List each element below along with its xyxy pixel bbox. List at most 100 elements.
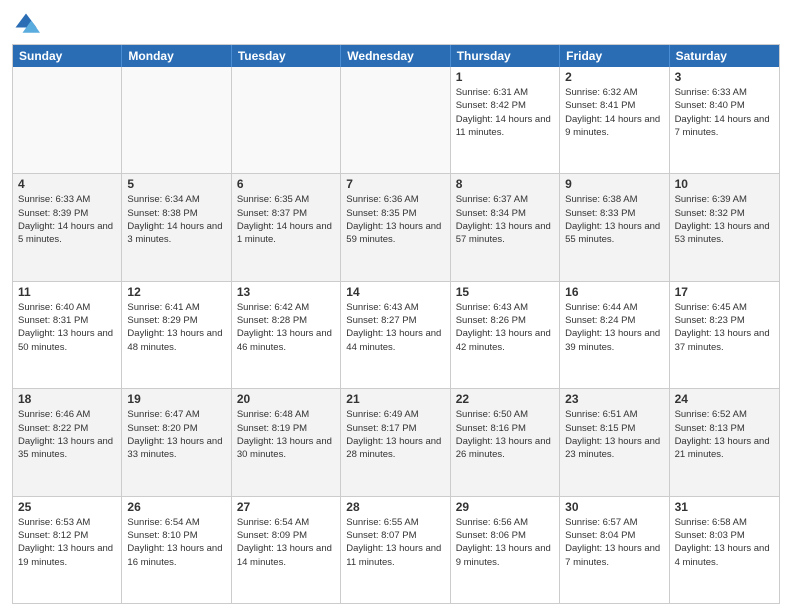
day-number: 10 <box>675 177 774 191</box>
day-number: 5 <box>127 177 225 191</box>
day-info: Sunrise: 6:42 AM Sunset: 8:28 PM Dayligh… <box>237 301 335 354</box>
day-cell-10: 10Sunrise: 6:39 AM Sunset: 8:32 PM Dayli… <box>670 174 779 280</box>
day-cell-22: 22 Sunrise: 6:50 AM Sunset: 8:16 PM Dayli… <box>451 389 560 495</box>
calendar-row-0: 1Sunrise: 6:31 AM Sunset: 8:42 PM Daylig… <box>13 67 779 173</box>
header-day-saturday: Saturday <box>670 45 779 67</box>
logo-icon <box>12 10 40 38</box>
day-info: Sunrise: 6:43 AM Sunset: 8:27 PM Dayligh… <box>346 301 444 354</box>
day-cell-31: 31Sunrise: 6:58 AM Sunset: 8:03 PM Dayli… <box>670 497 779 603</box>
day-cell-18: 18 Sunrise: 6:46 AM Sunset: 8:22 PM Dayli… <box>13 389 122 495</box>
calendar: SundayMondayTuesdayWednesdayThursdayFrid… <box>12 44 780 604</box>
day-number: 14 <box>346 285 444 299</box>
day-info: Sunrise: 6:44 AM Sunset: 8:24 PM Dayligh… <box>565 301 663 354</box>
day-number: 24 <box>675 392 774 406</box>
day-info: Sunrise: 6:43 AM Sunset: 8:26 PM Dayligh… <box>456 301 554 354</box>
day-number: 28 <box>346 500 444 514</box>
calendar-body: 1Sunrise: 6:31 AM Sunset: 8:42 PM Daylig… <box>13 67 779 603</box>
day-cell-19: 19 Sunrise: 6:47 AM Sunset: 8:20 PM Dayli… <box>122 389 231 495</box>
header-day-monday: Monday <box>122 45 231 67</box>
day-number: 12 <box>127 285 225 299</box>
day-cell-7: 7 Sunrise: 6:36 AM Sunset: 8:35 PM Daylig… <box>341 174 450 280</box>
day-info: Sunrise: 6:55 AM Sunset: 8:07 PM Dayligh… <box>346 516 444 569</box>
day-info: Sunrise: 6:32 AM Sunset: 8:41 PM Dayligh… <box>565 86 663 139</box>
header-day-tuesday: Tuesday <box>232 45 341 67</box>
day-cell-1: 1Sunrise: 6:31 AM Sunset: 8:42 PM Daylig… <box>451 67 560 173</box>
day-info: Sunrise: 6:33 AM Sunset: 8:40 PM Dayligh… <box>675 86 774 139</box>
day-cell-25: 25 Sunrise: 6:53 AM Sunset: 8:12 PM Dayli… <box>13 497 122 603</box>
day-number: 30 <box>565 500 663 514</box>
day-info: Sunrise: 6:33 AM Sunset: 8:39 PM Dayligh… <box>18 193 116 246</box>
day-info: Sunrise: 6:50 AM Sunset: 8:16 PM Dayligh… <box>456 408 554 461</box>
header-day-thursday: Thursday <box>451 45 560 67</box>
day-number: 18 <box>18 392 116 406</box>
day-info: Sunrise: 6:34 AM Sunset: 8:38 PM Dayligh… <box>127 193 225 246</box>
day-cell-21: 21 Sunrise: 6:49 AM Sunset: 8:17 PM Dayli… <box>341 389 450 495</box>
day-number: 7 <box>346 177 444 191</box>
calendar-row-3: 18 Sunrise: 6:46 AM Sunset: 8:22 PM Dayli… <box>13 388 779 495</box>
empty-cell <box>232 67 341 173</box>
day-number: 29 <box>456 500 554 514</box>
page: SundayMondayTuesdayWednesdayThursdayFrid… <box>0 0 792 612</box>
day-info: Sunrise: 6:51 AM Sunset: 8:15 PM Dayligh… <box>565 408 663 461</box>
day-number: 9 <box>565 177 663 191</box>
day-number: 19 <box>127 392 225 406</box>
day-number: 31 <box>675 500 774 514</box>
day-info: Sunrise: 6:41 AM Sunset: 8:29 PM Dayligh… <box>127 301 225 354</box>
day-cell-20: 20Sunrise: 6:48 AM Sunset: 8:19 PM Dayli… <box>232 389 341 495</box>
day-info: Sunrise: 6:47 AM Sunset: 8:20 PM Dayligh… <box>127 408 225 461</box>
day-number: 25 <box>18 500 116 514</box>
calendar-row-2: 11Sunrise: 6:40 AM Sunset: 8:31 PM Dayli… <box>13 281 779 388</box>
day-number: 17 <box>675 285 774 299</box>
day-number: 27 <box>237 500 335 514</box>
empty-cell <box>13 67 122 173</box>
logo <box>12 10 44 38</box>
day-cell-30: 30 Sunrise: 6:57 AM Sunset: 8:04 PM Dayli… <box>560 497 669 603</box>
day-cell-3: 3Sunrise: 6:33 AM Sunset: 8:40 PM Daylig… <box>670 67 779 173</box>
day-number: 6 <box>237 177 335 191</box>
day-info: Sunrise: 6:36 AM Sunset: 8:35 PM Dayligh… <box>346 193 444 246</box>
day-info: Sunrise: 6:45 AM Sunset: 8:23 PM Dayligh… <box>675 301 774 354</box>
calendar-row-1: 4 Sunrise: 6:33 AM Sunset: 8:39 PM Daylig… <box>13 173 779 280</box>
day-number: 4 <box>18 177 116 191</box>
day-info: Sunrise: 6:57 AM Sunset: 8:04 PM Dayligh… <box>565 516 663 569</box>
empty-cell <box>122 67 231 173</box>
day-info: Sunrise: 6:54 AM Sunset: 8:10 PM Dayligh… <box>127 516 225 569</box>
day-number: 1 <box>456 70 554 84</box>
header-day-sunday: Sunday <box>13 45 122 67</box>
day-cell-14: 14 Sunrise: 6:43 AM Sunset: 8:27 PM Dayli… <box>341 282 450 388</box>
day-info: Sunrise: 6:52 AM Sunset: 8:13 PM Dayligh… <box>675 408 774 461</box>
day-cell-17: 17 Sunrise: 6:45 AM Sunset: 8:23 PM Dayli… <box>670 282 779 388</box>
day-info: Sunrise: 6:49 AM Sunset: 8:17 PM Dayligh… <box>346 408 444 461</box>
day-cell-27: 27Sunrise: 6:54 AM Sunset: 8:09 PM Dayli… <box>232 497 341 603</box>
day-cell-28: 28 Sunrise: 6:55 AM Sunset: 8:07 PM Dayli… <box>341 497 450 603</box>
header-day-wednesday: Wednesday <box>341 45 450 67</box>
day-cell-12: 12 Sunrise: 6:41 AM Sunset: 8:29 PM Dayli… <box>122 282 231 388</box>
day-info: Sunrise: 6:35 AM Sunset: 8:37 PM Dayligh… <box>237 193 335 246</box>
day-info: Sunrise: 6:37 AM Sunset: 8:34 PM Dayligh… <box>456 193 554 246</box>
day-info: Sunrise: 6:53 AM Sunset: 8:12 PM Dayligh… <box>18 516 116 569</box>
day-number: 23 <box>565 392 663 406</box>
day-cell-4: 4 Sunrise: 6:33 AM Sunset: 8:39 PM Daylig… <box>13 174 122 280</box>
day-cell-9: 9Sunrise: 6:38 AM Sunset: 8:33 PM Daylig… <box>560 174 669 280</box>
calendar-row-4: 25 Sunrise: 6:53 AM Sunset: 8:12 PM Dayli… <box>13 496 779 603</box>
day-cell-23: 23 Sunrise: 6:51 AM Sunset: 8:15 PM Dayli… <box>560 389 669 495</box>
day-info: Sunrise: 6:46 AM Sunset: 8:22 PM Dayligh… <box>18 408 116 461</box>
day-cell-29: 29 Sunrise: 6:56 AM Sunset: 8:06 PM Dayli… <box>451 497 560 603</box>
day-number: 15 <box>456 285 554 299</box>
day-number: 26 <box>127 500 225 514</box>
day-info: Sunrise: 6:56 AM Sunset: 8:06 PM Dayligh… <box>456 516 554 569</box>
day-cell-6: 6 Sunrise: 6:35 AM Sunset: 8:37 PM Daylig… <box>232 174 341 280</box>
day-number: 22 <box>456 392 554 406</box>
day-number: 21 <box>346 392 444 406</box>
day-cell-13: 13 Sunrise: 6:42 AM Sunset: 8:28 PM Dayli… <box>232 282 341 388</box>
empty-cell <box>341 67 450 173</box>
day-cell-26: 26 Sunrise: 6:54 AM Sunset: 8:10 PM Dayli… <box>122 497 231 603</box>
day-cell-24: 24 Sunrise: 6:52 AM Sunset: 8:13 PM Dayli… <box>670 389 779 495</box>
day-cell-8: 8Sunrise: 6:37 AM Sunset: 8:34 PM Daylig… <box>451 174 560 280</box>
header-day-friday: Friday <box>560 45 669 67</box>
day-cell-11: 11Sunrise: 6:40 AM Sunset: 8:31 PM Dayli… <box>13 282 122 388</box>
day-cell-16: 16 Sunrise: 6:44 AM Sunset: 8:24 PM Dayli… <box>560 282 669 388</box>
day-number: 16 <box>565 285 663 299</box>
day-number: 11 <box>18 285 116 299</box>
day-number: 13 <box>237 285 335 299</box>
